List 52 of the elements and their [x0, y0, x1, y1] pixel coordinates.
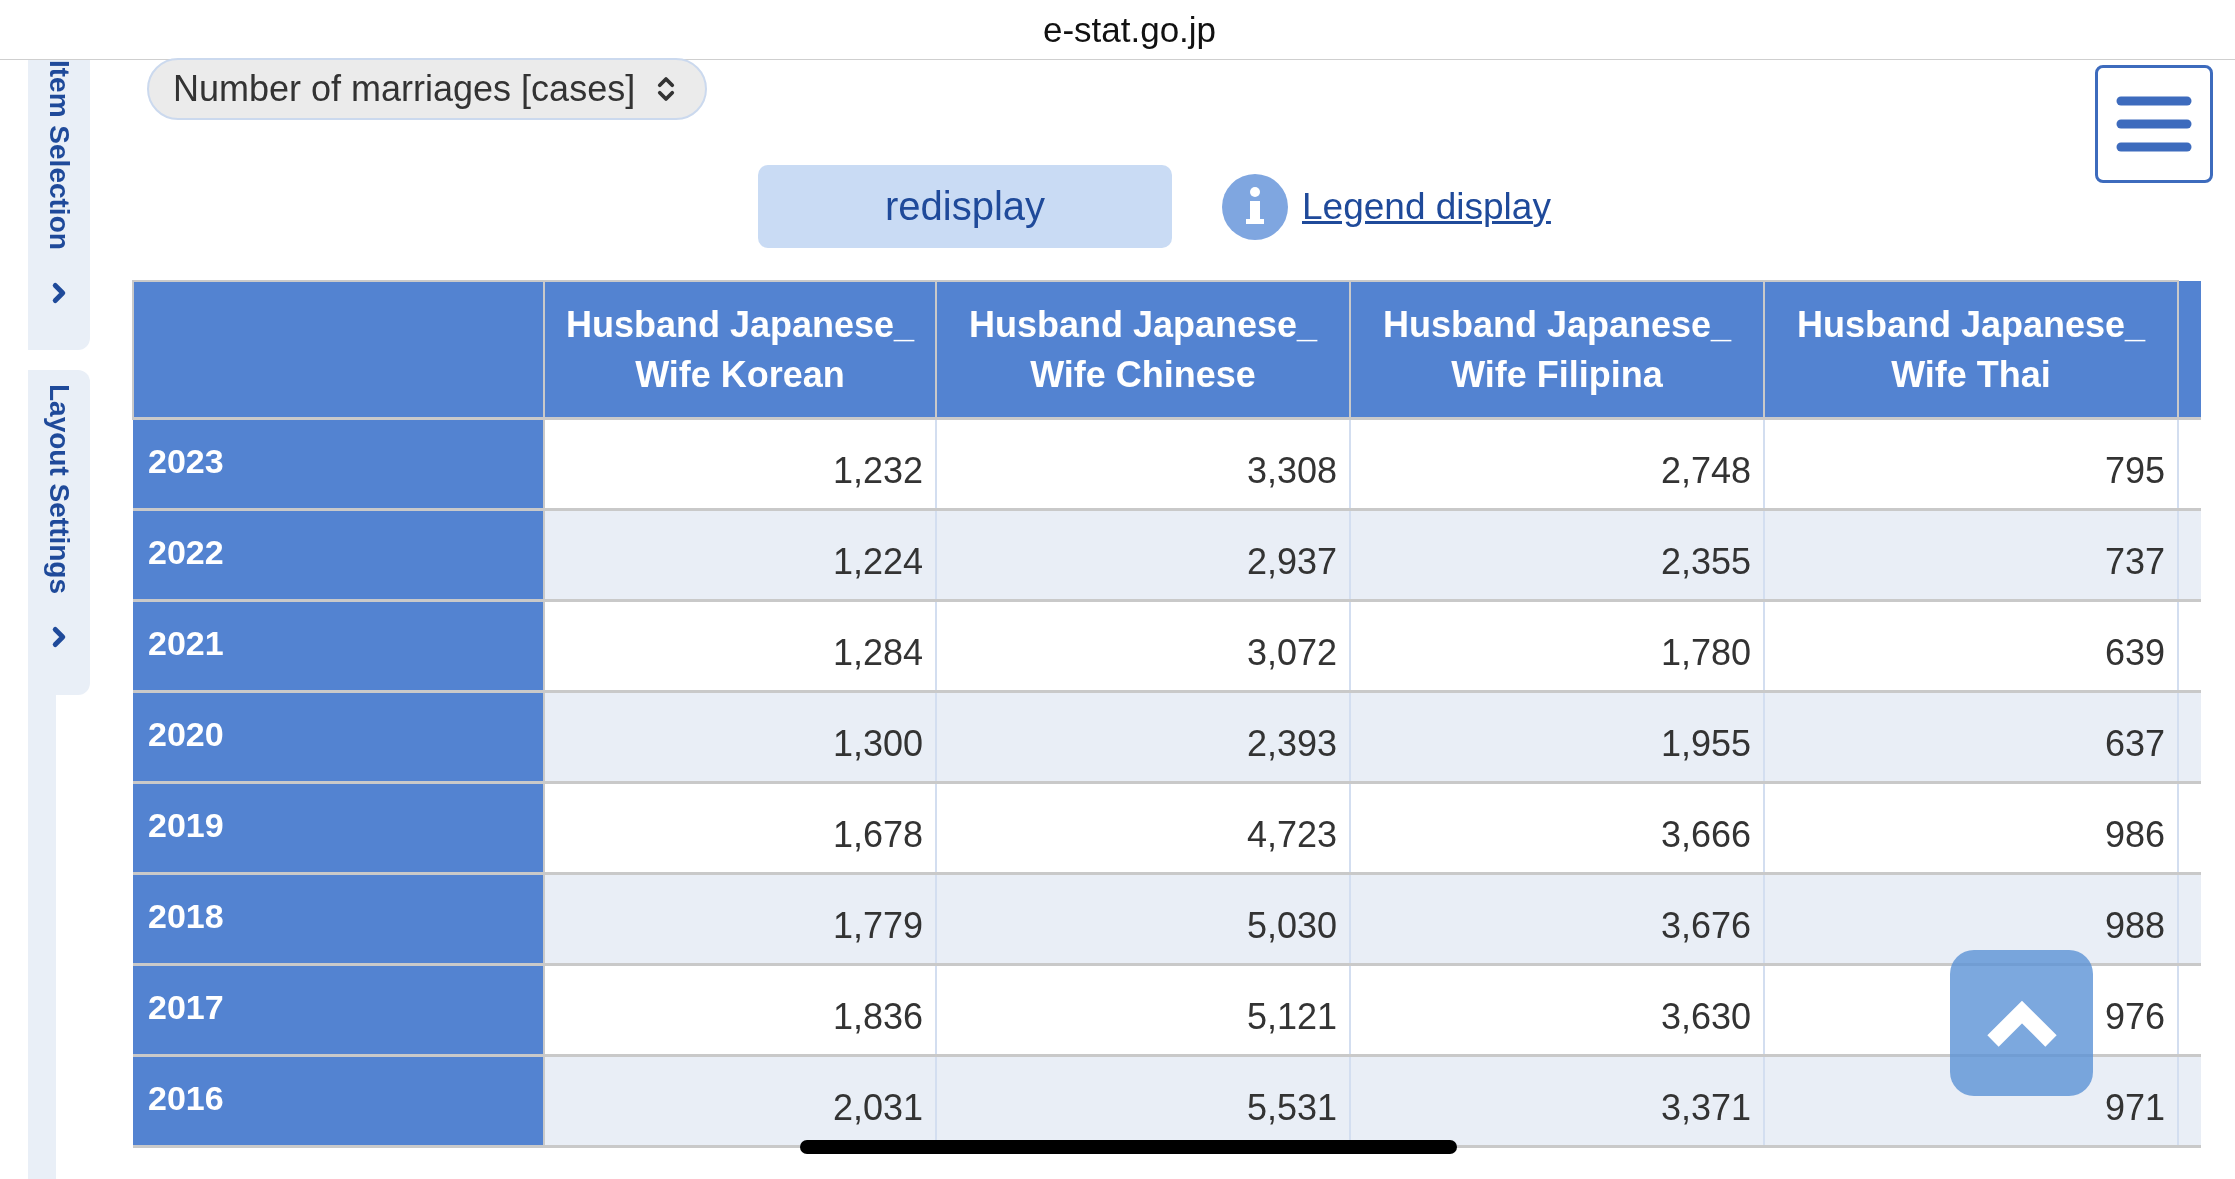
- chevron-up-icon: [1986, 999, 2057, 1047]
- table-cell: 1,678: [544, 782, 936, 874]
- column-header: Husband Japanese_ Wife Korean: [544, 281, 936, 419]
- scroll-top-button[interactable]: [1950, 950, 2093, 1096]
- table-cell: 986: [1764, 782, 2178, 874]
- table-cell: 1,779: [544, 873, 936, 965]
- table-cell: 1,300: [544, 691, 936, 783]
- side-tab[interactable]: Layout Settings: [28, 370, 90, 695]
- table-cell: 1,224: [544, 509, 936, 601]
- year-header: 2020: [133, 691, 544, 783]
- table-cell: 3,072: [936, 600, 1350, 692]
- table-cell: 1,232: [544, 418, 936, 510]
- year-header: 2019: [133, 782, 544, 874]
- table-cell: 1,955: [1350, 691, 1764, 783]
- table-cell: 2,393: [936, 691, 1350, 783]
- table-cell: 2,937: [936, 509, 1350, 601]
- url-text: e-stat.go.jp: [1042, 9, 1217, 50]
- year-header: 2018: [133, 873, 544, 965]
- legend-display-link[interactable]: Legend display: [1302, 185, 1551, 228]
- column-header: Husband Japanese_ Wife Chinese: [936, 281, 1350, 419]
- side-tab[interactable]: Item Selection: [28, 60, 90, 350]
- table-cell: 2,355: [1350, 509, 1764, 601]
- table-cell: 1,836: [544, 964, 936, 1056]
- column-header: Husband Japanese_ Wife Filipina: [1350, 281, 1764, 419]
- table-cell: 2,748: [1350, 418, 1764, 510]
- menu-button[interactable]: [2095, 65, 2213, 183]
- redisplay-button[interactable]: redisplay: [758, 165, 1172, 248]
- table-cell: 3,630: [1350, 964, 1764, 1056]
- info-icon: [1222, 173, 1288, 240]
- table-cell: 5,121: [936, 964, 1350, 1056]
- table-cell: 3,676: [1350, 873, 1764, 965]
- year-header: 2022: [133, 509, 544, 601]
- table-cell: 795: [1764, 418, 2178, 510]
- table-cell: 3,308: [936, 418, 1350, 510]
- menu-icon: [2116, 95, 2192, 153]
- table-cell: 637: [1764, 691, 2178, 783]
- table-cell: 2,031: [544, 1055, 936, 1147]
- year-header: 2017: [133, 964, 544, 1056]
- year-header: 2023: [133, 418, 544, 510]
- table-cell: 737: [1764, 509, 2178, 601]
- table-cell: 5,030: [936, 873, 1350, 965]
- column-header: Husband Japanese_ Wife Thai: [1764, 281, 2178, 419]
- year-header: 2021: [133, 600, 544, 692]
- table-cell: 3,666: [1350, 782, 1764, 874]
- item-select[interactable]: Number of marriages [cases]: [147, 58, 708, 120]
- table-cell: 4,723: [936, 782, 1350, 874]
- table-cell: 1,780: [1350, 600, 1764, 692]
- table-cell: 988: [1764, 873, 2178, 965]
- table-cell: 3,371: [1350, 1055, 1764, 1147]
- table-cell: 639: [1764, 600, 2178, 692]
- table-cell: 1,284: [544, 600, 936, 692]
- year-header: 2016: [133, 1055, 544, 1147]
